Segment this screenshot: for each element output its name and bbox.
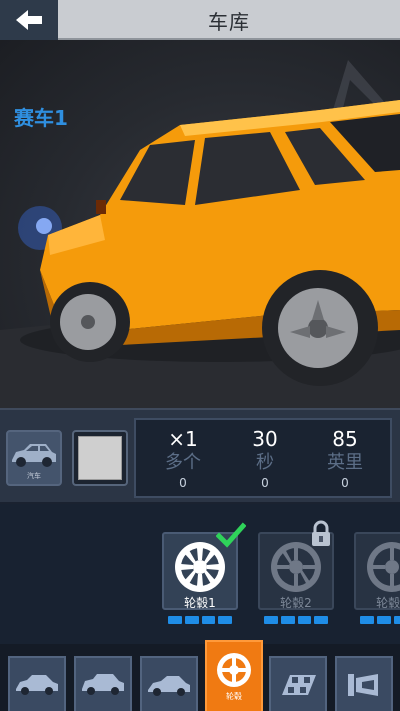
tab-car-model[interactable]	[140, 656, 198, 711]
stat-value: ×1	[168, 427, 198, 451]
tab-rims[interactable]: 轮毂	[205, 640, 263, 711]
wheel-item-label: 轮毂1	[184, 596, 216, 610]
car-icon	[82, 673, 124, 695]
top-bar: 车库	[0, 0, 400, 40]
check-icon	[216, 522, 246, 548]
stat-value: 85	[332, 427, 358, 451]
car-render	[0, 60, 400, 408]
car-icon	[16, 674, 58, 695]
tab-decals[interactable]	[269, 656, 327, 711]
stats-panel: ×1 多个 0 30 秒 0 85 英里 0	[134, 418, 392, 498]
car-icon	[148, 675, 190, 696]
wheel-item-label: 轮毂3	[376, 596, 400, 610]
wheel-item-label: 轮毂2	[280, 596, 312, 610]
lock-icon	[312, 520, 330, 546]
paint-color-button[interactable]	[72, 430, 128, 486]
rim-icon	[217, 653, 251, 687]
checkered-flag-icon	[282, 674, 316, 695]
back-arrow-icon	[16, 10, 42, 30]
wheel-item-2[interactable]: 轮毂2	[258, 520, 334, 628]
back-button[interactable]	[0, 0, 58, 40]
stat-multiplier: ×1 多个 0	[140, 426, 226, 492]
car-select-button[interactable]: 汽车	[6, 430, 62, 486]
rim-icon	[367, 542, 400, 592]
car-select-label: 汽车	[27, 472, 41, 480]
tab-car-body[interactable]	[8, 656, 66, 711]
stat-name: 多个	[165, 452, 201, 473]
stat-seconds: 30 秒 0	[222, 426, 308, 492]
wheel-level-bar	[264, 616, 328, 624]
stat-sub: 0	[179, 476, 187, 490]
wheel-carousel[interactable]: 轮毂1 轮毂2 轮毂	[0, 504, 400, 644]
stat-sub: 0	[341, 476, 349, 490]
car-showcase: 赛车1	[0, 40, 400, 408]
car-name: 赛车1	[14, 106, 68, 130]
stat-value: 30	[252, 427, 278, 451]
tab-rims-label: 轮毂	[226, 692, 242, 701]
rim-icon	[175, 542, 225, 592]
stat-miles: 85 英里 0	[302, 426, 388, 492]
stat-name: 英里	[327, 452, 363, 473]
wheel-level-bar	[360, 616, 400, 624]
car-icon	[12, 444, 56, 467]
category-tabs: 轮毂	[0, 640, 400, 711]
tab-exhaust[interactable]	[335, 656, 393, 711]
wheel-item-1[interactable]: 轮毂1	[162, 522, 246, 628]
wheel-level-bar	[168, 616, 232, 624]
exhaust-icon	[348, 673, 378, 696]
tab-car-style[interactable]	[74, 656, 132, 711]
stat-name: 秒	[256, 452, 274, 473]
paint-color-swatch	[78, 436, 122, 480]
car-stats-bar: 汽车 ×1 多个 0 30 秒 0 85 英里 0	[0, 408, 400, 504]
stat-sub: 0	[261, 476, 269, 490]
wheel-item-3[interactable]: 轮毂3	[354, 532, 400, 628]
rim-icon	[271, 542, 321, 592]
page-title: 车库	[208, 9, 250, 34]
